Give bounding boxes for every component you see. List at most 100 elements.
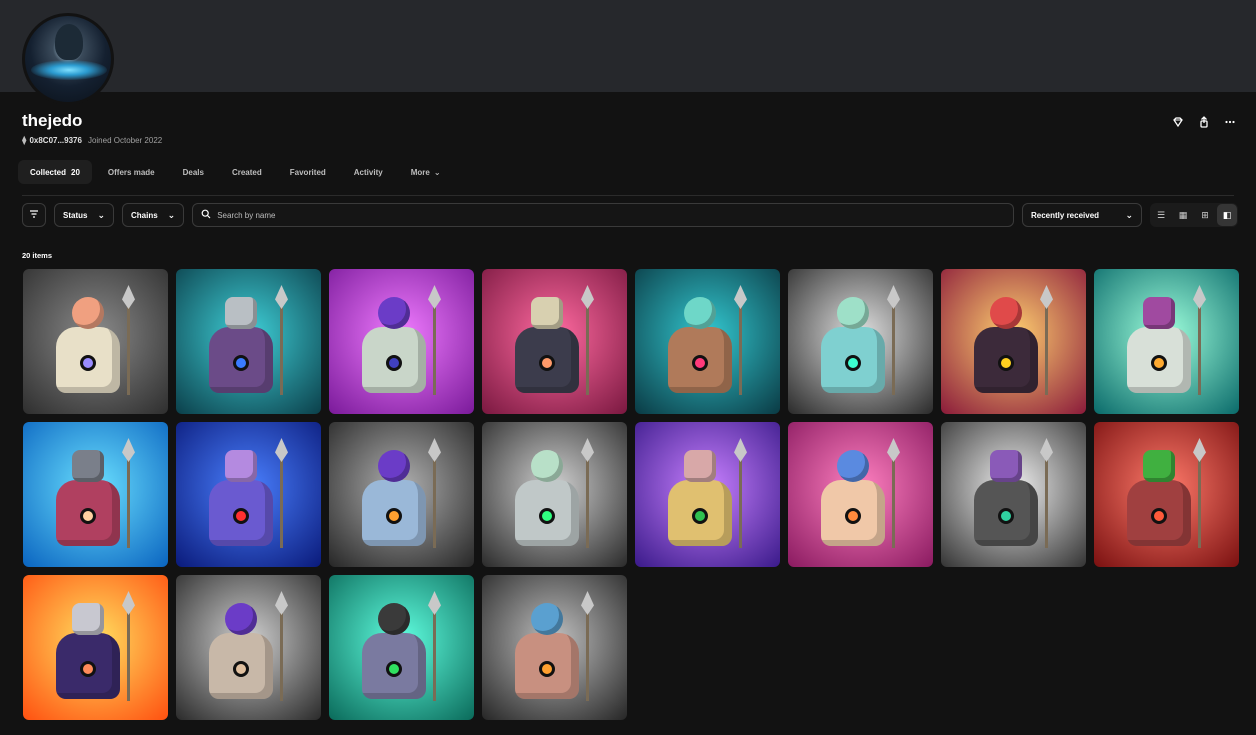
wallet-address-text: 0x8C07...9376 <box>29 136 82 145</box>
share-icon[interactable] <box>1198 116 1210 128</box>
tab-label: Favorited <box>289 167 326 177</box>
nft-card[interactable] <box>1094 422 1239 567</box>
nft-card[interactable] <box>788 269 933 414</box>
nft-grid <box>23 269 1240 720</box>
profile-tabs: Collected 20 Offers made Deals Created F… <box>18 160 453 184</box>
nft-staff <box>892 291 895 395</box>
nft-head <box>71 297 104 329</box>
nft-card[interactable] <box>23 422 168 567</box>
nft-card[interactable] <box>329 269 474 414</box>
nft-head <box>71 603 104 635</box>
nft-card[interactable] <box>482 575 627 720</box>
filter-toggle-button[interactable] <box>22 203 46 227</box>
grid-view-icon[interactable]: ⊞ <box>1195 204 1215 226</box>
sort-dropdown[interactable]: Recently received ⌄ <box>1022 203 1142 227</box>
nft-gem <box>538 508 555 524</box>
wallet-address[interactable]: ⧫ 0x8C07...9376 <box>22 135 82 146</box>
nft-head <box>530 297 563 329</box>
chevron-down-icon: ⌄ <box>1125 209 1133 220</box>
status-label: Status <box>63 210 88 220</box>
view-switcher: ☰ ▦ ⊞ ◧ <box>1150 203 1238 227</box>
nft-gem <box>385 661 402 677</box>
tab-favorited[interactable]: Favorited <box>278 160 338 184</box>
tab-label: Offers made <box>107 167 155 177</box>
nft-staff <box>280 444 283 548</box>
nft-staff <box>127 597 130 701</box>
nft-staff <box>433 291 436 395</box>
nft-gem <box>844 508 861 524</box>
tab-count: 20 <box>71 167 80 177</box>
nft-gem <box>997 508 1014 524</box>
nft-head <box>71 450 104 482</box>
nft-card[interactable] <box>176 422 321 567</box>
status-dropdown[interactable]: Status ⌄ <box>54 203 114 227</box>
filter-icon <box>29 209 39 221</box>
nft-head <box>377 603 410 635</box>
profile-username: thejedo <box>22 111 83 130</box>
nft-head <box>989 450 1022 482</box>
nft-gem <box>232 661 249 677</box>
chevron-down-icon: ⌄ <box>433 167 441 177</box>
nft-card[interactable] <box>329 575 474 720</box>
nft-card[interactable] <box>176 575 321 720</box>
nft-staff <box>739 444 742 548</box>
tab-collected[interactable]: Collected 20 <box>18 160 92 184</box>
nft-card[interactable] <box>176 269 321 414</box>
nft-head <box>377 450 410 482</box>
nft-gem <box>1150 508 1167 524</box>
nft-staff <box>280 597 283 701</box>
sort-label: Recently received <box>1031 210 1100 220</box>
tab-more[interactable]: More ⌄ <box>399 160 453 184</box>
nft-card[interactable] <box>482 422 627 567</box>
nft-head <box>530 450 563 482</box>
list-view-icon[interactable]: ☰ <box>1151 204 1171 226</box>
nft-staff <box>586 597 589 701</box>
tab-label: Collected <box>30 167 67 177</box>
tab-offers-made[interactable]: Offers made <box>96 160 167 184</box>
chevron-down-icon: ⌄ <box>97 209 105 220</box>
tab-deals[interactable]: Deals <box>171 160 216 184</box>
nft-card[interactable] <box>329 422 474 567</box>
large-grid-icon[interactable]: ◧ <box>1217 204 1237 226</box>
nft-card[interactable] <box>788 422 933 567</box>
nft-gem <box>385 508 402 524</box>
nft-staff <box>433 444 436 548</box>
nft-head <box>836 297 869 329</box>
profile-actions <box>1172 116 1236 128</box>
tab-created[interactable]: Created <box>220 160 274 184</box>
nft-staff <box>1198 444 1201 548</box>
nft-head <box>683 450 716 482</box>
nft-card[interactable] <box>941 269 1086 414</box>
nft-staff <box>433 597 436 701</box>
nft-card[interactable] <box>482 269 627 414</box>
nft-gem <box>997 355 1014 371</box>
tab-activity[interactable]: Activity <box>342 160 395 184</box>
nft-card[interactable] <box>635 422 780 567</box>
more-icon[interactable] <box>1224 116 1236 128</box>
nft-gem <box>538 661 555 677</box>
nft-card[interactable] <box>941 422 1086 567</box>
nft-gem <box>79 355 96 371</box>
nft-gem <box>79 508 96 524</box>
joined-date: Joined October 2022 <box>87 136 163 145</box>
search-input[interactable] <box>217 210 1005 220</box>
items-count: 20 items <box>22 251 53 260</box>
nft-card[interactable] <box>23 269 168 414</box>
nft-card[interactable] <box>635 269 780 414</box>
avatar-figure <box>55 24 83 60</box>
search-icon <box>201 206 211 224</box>
dense-grid-icon[interactable]: ▦ <box>1173 204 1193 226</box>
avatar-glow <box>31 60 107 80</box>
tab-label: Activity <box>353 167 383 177</box>
nft-staff <box>280 291 283 395</box>
profile-avatar[interactable] <box>22 13 114 105</box>
nft-card[interactable] <box>1094 269 1239 414</box>
tab-label: Created <box>231 167 262 177</box>
nft-head <box>224 450 257 482</box>
nft-gem <box>538 355 555 371</box>
chains-dropdown[interactable]: Chains ⌄ <box>122 203 185 227</box>
chains-label: Chains <box>131 210 158 220</box>
diamond-icon[interactable] <box>1172 116 1184 128</box>
nft-card[interactable] <box>23 575 168 720</box>
nft-staff <box>586 291 589 395</box>
